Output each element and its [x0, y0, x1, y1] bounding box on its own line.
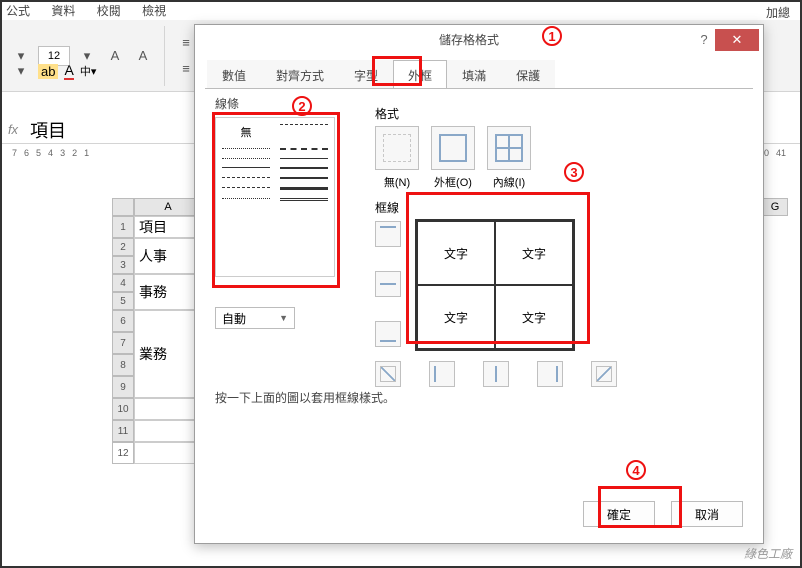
border-left-button[interactable] [429, 361, 455, 387]
decrease-font-icon[interactable]: A [132, 45, 154, 67]
close-icon[interactable]: ✕ [715, 29, 759, 51]
preset-outline[interactable] [431, 126, 475, 170]
tab-fill[interactable]: 填滿 [447, 60, 501, 89]
row-header[interactable]: 11 [112, 420, 134, 442]
row-header[interactable]: 12 [112, 442, 134, 464]
format-cells-dialog: 儲存格格式 ? ✕ 數值 對齊方式 字型 外框 填滿 保護 線條 無 [194, 24, 764, 544]
border-top-button[interactable] [375, 221, 401, 247]
chevron-down-icon: ▼ [279, 313, 288, 323]
border-middle-h-button[interactable] [375, 271, 401, 297]
select-all-triangle[interactable] [112, 198, 134, 216]
ribbon-tab[interactable]: 資料 [51, 4, 75, 18]
preset-none[interactable] [375, 126, 419, 170]
border-pane: 線條 無 自動▼ 格式 [205, 88, 753, 508]
border-middle-v-button[interactable] [483, 361, 509, 387]
line-style-option[interactable] [280, 187, 328, 190]
dialog-tabs: 數值 對齊方式 字型 外框 填滿 保護 [195, 53, 763, 88]
row-header[interactable]: 3 [112, 256, 134, 274]
line-style-option[interactable] [222, 158, 270, 159]
ribbon-tab[interactable]: 校閱 [97, 4, 121, 18]
line-style-option[interactable] [222, 148, 270, 149]
formula-value[interactable]: 項目 [24, 117, 66, 143]
cell[interactable]: 人事 [134, 238, 202, 274]
tab-alignment[interactable]: 對齊方式 [261, 60, 339, 89]
border-diag-down-button[interactable] [375, 361, 401, 387]
border-preview[interactable]: 文字 文字 文字 文字 [415, 219, 575, 351]
border-diag-up-button[interactable] [591, 361, 617, 387]
fx-icon[interactable]: fx [2, 122, 24, 137]
row-header[interactable]: 2 [112, 238, 134, 256]
border-section-label: 框線 [375, 199, 399, 216]
ribbon-tab[interactable]: 檢視 [142, 4, 166, 18]
column-header[interactable]: A [134, 198, 202, 216]
line-section-label: 線條 [215, 95, 239, 112]
cell[interactable]: 項目 [134, 216, 202, 238]
row-header[interactable]: 9 [112, 376, 134, 398]
cell[interactable]: 業務 [134, 310, 202, 398]
row-header[interactable]: 8 [112, 354, 134, 376]
font-color-icon[interactable]: A [64, 62, 73, 80]
line-style-option[interactable] [280, 177, 328, 179]
tab-number[interactable]: 數值 [207, 60, 261, 89]
line-style-list[interactable]: 無 [215, 117, 335, 277]
line-style-option[interactable] [280, 148, 328, 150]
sum-label: 加總 [766, 4, 790, 21]
hint-text: 按一下上面的圖以套用框線樣式。 [215, 389, 395, 406]
fill-color-icon[interactable]: ab [38, 64, 58, 79]
increase-font-icon[interactable]: A [104, 45, 126, 67]
row-header[interactable]: 10 [112, 398, 134, 420]
line-style-option[interactable] [222, 177, 270, 178]
border-bottom-button[interactable] [375, 321, 401, 347]
line-style-option[interactable] [222, 167, 270, 168]
column-header[interactable]: G [762, 198, 788, 216]
line-style-option[interactable] [222, 198, 270, 199]
help-icon[interactable]: ? [693, 32, 715, 47]
row-header[interactable]: 6 [112, 310, 134, 332]
ribbon-tab[interactable]: 公式 [6, 4, 30, 18]
cancel-button[interactable]: 取消 [671, 501, 743, 527]
watermark: 綠色工廠 [744, 545, 792, 562]
line-style-option[interactable] [280, 167, 328, 169]
preview-cell: 文字 [495, 285, 573, 349]
cell[interactable]: 事務 [134, 274, 202, 310]
ok-button[interactable]: 確定 [583, 501, 655, 527]
row-header[interactable]: 4 [112, 274, 134, 292]
preset-outline-label: 外框(O) [431, 174, 475, 190]
presets-group: 格式 無(N) 外框(O) 內線(I) [375, 105, 531, 190]
dialog-title: 儲存格格式 [195, 31, 693, 48]
line-style-option[interactable] [280, 158, 328, 159]
color-dropdown[interactable]: 自動▼ [215, 307, 295, 329]
phonetic-guide-icon[interactable]: 中▾ [80, 63, 97, 79]
line-style-none[interactable]: 無 [222, 124, 270, 140]
preview-cell: 文字 [417, 221, 495, 285]
tab-protection[interactable]: 保護 [501, 60, 555, 89]
ribbon-tab-row: 公式 資料 校閱 檢視 [2, 2, 800, 20]
preset-inside[interactable] [487, 126, 531, 170]
preview-cell: 文字 [495, 221, 573, 285]
preset-inside-label: 內線(I) [487, 174, 531, 190]
format-section-label: 格式 [375, 105, 531, 122]
row-header[interactable]: 5 [112, 292, 134, 310]
ruler-left: 7654321 [12, 148, 89, 158]
line-style-option[interactable] [222, 187, 270, 188]
cell[interactable] [134, 420, 202, 442]
preset-none-label: 無(N) [375, 174, 419, 190]
preview-cell: 文字 [417, 285, 495, 349]
border-right-button[interactable] [537, 361, 563, 387]
tab-border[interactable]: 外框 [393, 60, 447, 89]
sheet-grid: A 1項目 23人事 45事務 6789業務 10 11 12 [112, 198, 202, 464]
cell[interactable] [134, 442, 202, 464]
line-style-option[interactable] [280, 124, 328, 125]
row-header[interactable]: 1 [112, 216, 134, 238]
tab-font[interactable]: 字型 [339, 60, 393, 89]
row-header[interactable]: 7 [112, 332, 134, 354]
cell[interactable] [134, 398, 202, 420]
line-style-option[interactable] [280, 198, 328, 201]
border-area: 框線 文字 文字 文字 文字 [375, 199, 399, 222]
border-icon[interactable]: ▾ [10, 60, 32, 82]
